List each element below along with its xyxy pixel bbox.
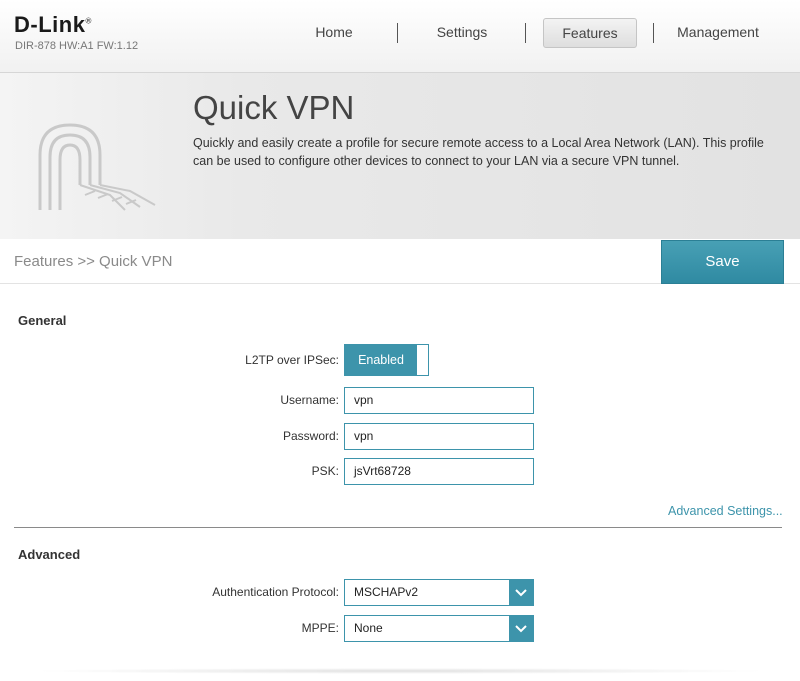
breadcrumb-bar: Features >> Quick VPN Save <box>0 240 800 284</box>
username-field[interactable]: vpn <box>344 387 534 414</box>
vpn-tunnel-icon <box>30 115 160 230</box>
footer-shadow <box>30 668 770 674</box>
section-divider <box>14 527 782 528</box>
page-banner: Quick VPN Quickly and easily create a pr… <box>0 73 800 239</box>
nav-separator <box>525 23 526 43</box>
top-header: D-Link® DIR-878 HW:A1 FW:1.12 Home Setti… <box>0 0 800 73</box>
advanced-settings-link[interactable]: Advanced Settings... <box>668 504 783 518</box>
mppe-select[interactable]: None <box>344 615 534 642</box>
l2tp-label: L2TP over IPSec: <box>245 353 339 367</box>
mppe-label: MPPE: <box>301 621 339 635</box>
nav-settings[interactable]: Settings <box>417 18 507 46</box>
auth-protocol-select[interactable]: MSCHAPv2 <box>344 579 534 606</box>
l2tp-toggle-state: Enabled <box>345 345 417 375</box>
dlink-logo: D-Link® <box>14 12 92 38</box>
model-info: DIR-878 HW:A1 FW:1.12 <box>15 40 139 52</box>
chevron-down-icon <box>509 616 533 641</box>
save-button[interactable]: Save <box>661 240 784 284</box>
username-label: Username: <box>280 393 339 407</box>
password-label: Password: <box>282 429 339 443</box>
page-title: Quick VPN <box>193 89 355 126</box>
mppe-value: None <box>354 621 383 635</box>
section-advanced-title: Advanced <box>18 547 81 562</box>
nav-separator <box>397 23 398 43</box>
auth-protocol-label: Authentication Protocol: <box>212 585 339 599</box>
logo-text: D-Link <box>14 12 86 37</box>
l2tp-toggle[interactable]: Enabled <box>344 344 429 376</box>
nav-features[interactable]: Features <box>543 18 637 48</box>
page-description: Quickly and easily create a profile for … <box>193 136 764 168</box>
section-general-title: General <box>18 313 67 328</box>
auth-protocol-value: MSCHAPv2 <box>354 585 419 599</box>
breadcrumb: Features >> Quick VPN <box>14 253 173 270</box>
psk-field[interactable]: jsVrt68728 <box>344 458 534 485</box>
nav-home[interactable]: Home <box>290 18 378 46</box>
nav-separator <box>653 23 654 43</box>
logo-trademark: ® <box>85 16 92 26</box>
psk-label: PSK: <box>311 464 339 478</box>
nav-management[interactable]: Management <box>668 18 768 46</box>
chevron-down-icon <box>509 580 533 605</box>
password-field[interactable]: vpn <box>344 423 534 450</box>
